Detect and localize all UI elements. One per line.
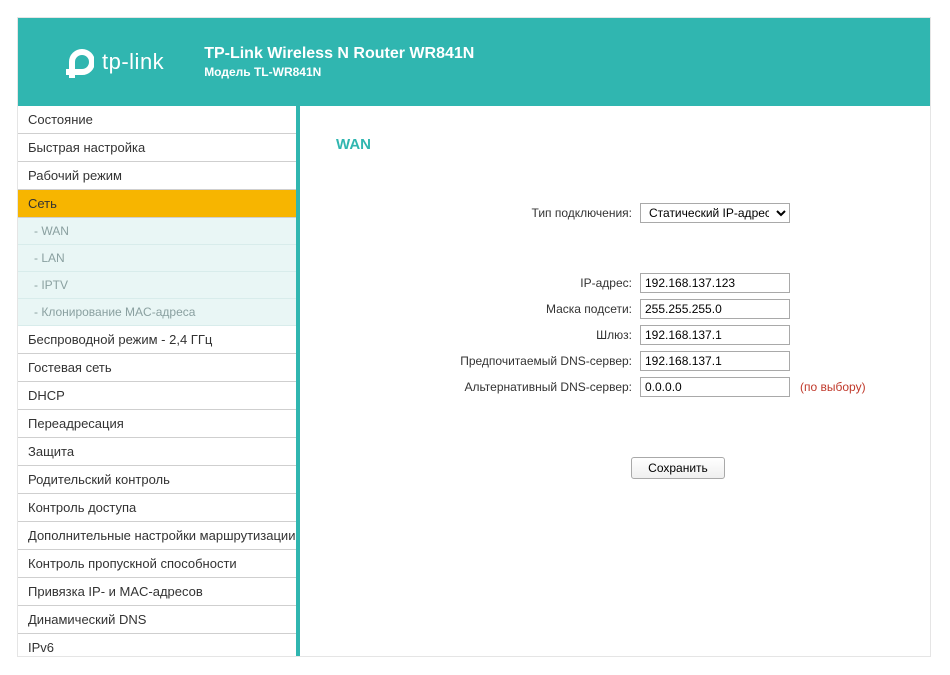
sidebar-item-status[interactable]: Состояние xyxy=(18,106,296,134)
product-subtitle: Модель TL-WR841N xyxy=(204,65,474,79)
sidebar-item-access-control[interactable]: Контроль доступа xyxy=(18,494,296,522)
sidebar-item-quick-setup[interactable]: Быстрая настройка xyxy=(18,134,296,162)
input-preferred-dns[interactable] xyxy=(640,351,790,371)
input-ip-address[interactable] xyxy=(640,273,790,293)
sidebar-item-ddns[interactable]: Динамический DNS xyxy=(18,606,296,634)
label-preferred-dns: Предпочитаемый DNS-сервер: xyxy=(330,354,640,368)
sidebar-item-routing[interactable]: Дополнительные настройки маршрутизации xyxy=(18,522,296,550)
sidebar-item-ip-mac-binding[interactable]: Привязка IP- и MAC-адресов xyxy=(18,578,296,606)
label-ip-address: IP-адрес: xyxy=(330,276,640,290)
sidebar-item-bandwidth[interactable]: Контроль пропускной способности xyxy=(18,550,296,578)
sidebar-item-guest-network[interactable]: Гостевая сеть xyxy=(18,354,296,382)
input-gateway[interactable] xyxy=(640,325,790,345)
input-alt-dns[interactable] xyxy=(640,377,790,397)
sidebar-item-ipv6[interactable]: IPv6 xyxy=(18,634,296,656)
tplink-logo-icon xyxy=(58,44,94,80)
input-subnet-mask[interactable] xyxy=(640,299,790,319)
select-connection-type[interactable]: Статический IP-адрес xyxy=(640,203,790,223)
label-alt-dns: Альтернативный DNS-сервер: xyxy=(330,380,640,394)
label-connection-type: Тип подключения: xyxy=(330,206,640,220)
brand-name: tp-link xyxy=(102,49,164,75)
sidebar-item-security[interactable]: Защита xyxy=(18,438,296,466)
page-title: WAN xyxy=(336,136,906,153)
sidebar-item-forwarding[interactable]: Переадресация xyxy=(18,410,296,438)
sidebar: Состояние Быстрая настройка Рабочий режи… xyxy=(18,106,300,656)
main-content: WAN Тип подключения: Статический IP-адре… xyxy=(300,106,930,656)
sidebar-item-operation-mode[interactable]: Рабочий режим xyxy=(18,162,296,190)
product-title: TP-Link Wireless N Router WR841N xyxy=(204,45,474,63)
sidebar-subitem-wan[interactable]: - WAN xyxy=(18,218,296,245)
hint-alt-dns: (по выбору) xyxy=(800,380,866,394)
sidebar-submenu-network: - WAN - LAN - IPTV - Клонирование MAC-ад… xyxy=(18,218,296,326)
sidebar-subitem-iptv[interactable]: - IPTV xyxy=(18,272,296,299)
brand-logo: tp-link xyxy=(58,44,164,80)
label-subnet-mask: Маска подсети: xyxy=(330,302,640,316)
sidebar-item-network[interactable]: Сеть xyxy=(18,190,296,218)
header-titles: TP-Link Wireless N Router WR841N Модель … xyxy=(204,45,474,79)
sidebar-item-parental[interactable]: Родительский контроль xyxy=(18,466,296,494)
sidebar-item-wireless-24[interactable]: Беспроводной режим - 2,4 ГГц xyxy=(18,326,296,354)
label-gateway: Шлюз: xyxy=(330,328,640,342)
save-button[interactable]: Сохранить xyxy=(631,457,725,479)
sidebar-subitem-lan[interactable]: - LAN xyxy=(18,245,296,272)
sidebar-item-dhcp[interactable]: DHCP xyxy=(18,382,296,410)
sidebar-subitem-mac-clone[interactable]: - Клонирование MAC-адреса xyxy=(18,299,296,326)
header: tp-link TP-Link Wireless N Router WR841N… xyxy=(18,18,930,106)
